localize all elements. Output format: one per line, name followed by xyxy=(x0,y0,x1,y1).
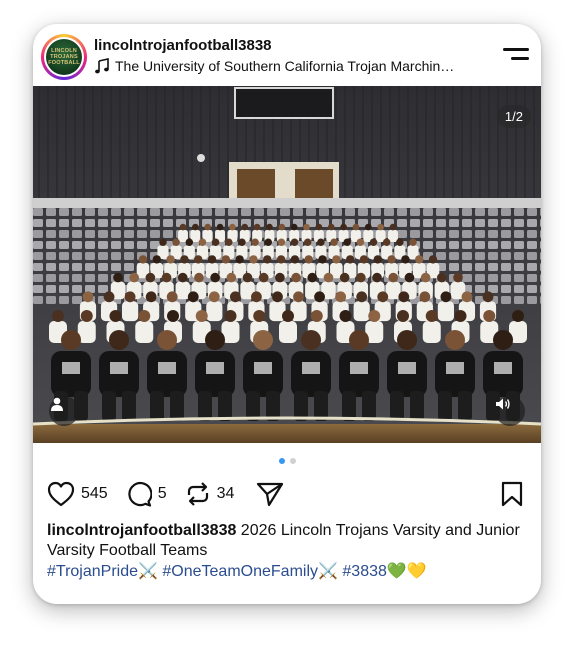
music-row[interactable]: The University of Southern California Tr… xyxy=(94,58,484,74)
repost-icon xyxy=(187,482,208,506)
caption-username[interactable]: lincolntrojanfootball3838 xyxy=(47,522,236,539)
hashtag-emoji: ⚔️ xyxy=(138,563,158,580)
hashtag-link[interactable]: #OneTeamOneFamily xyxy=(162,563,318,580)
hashtag-emoji: 💚💛 xyxy=(386,563,427,580)
send-icon xyxy=(257,482,284,507)
tagged-users-button[interactable] xyxy=(49,396,79,426)
post-caption: lincolntrojanfootball3838 2026 Lincoln T… xyxy=(47,521,525,561)
carousel-dot-active[interactable] xyxy=(278,458,285,464)
action-bar: 545 5 34 xyxy=(47,480,302,508)
team-logo: LINCOLN TROJANS FOOTBALL xyxy=(46,39,82,75)
heart-icon xyxy=(47,481,75,507)
person-icon xyxy=(51,397,63,411)
post-photo[interactable]: 1/2 xyxy=(33,86,541,443)
post-username[interactable]: lincolntrojanfootball3838 xyxy=(94,37,272,54)
sound-toggle-button[interactable] xyxy=(495,396,525,426)
comment-bubble-icon xyxy=(128,481,152,507)
repost-count: 34 xyxy=(216,485,235,502)
bookmark-button[interactable] xyxy=(500,481,524,512)
share-button[interactable] xyxy=(256,481,284,507)
team-photo xyxy=(33,86,541,443)
post-header: LINCOLN TROJANS FOOTBALL lincolntrojanfo… xyxy=(33,24,541,86)
bookmark-icon xyxy=(501,481,523,507)
hashtag-emoji: ⚔️ xyxy=(318,563,338,580)
menu-icon[interactable] xyxy=(503,44,529,64)
speaker-icon xyxy=(496,398,510,410)
hashtag-link[interactable]: #TrojanPride xyxy=(47,563,138,580)
image-counter: 1/2 xyxy=(496,105,531,128)
repost-button[interactable]: 34 xyxy=(185,481,235,507)
avatar[interactable]: LINCOLN TROJANS FOOTBALL xyxy=(41,34,87,80)
hashtag-link[interactable]: #3838 xyxy=(342,563,387,580)
carousel-dot[interactable] xyxy=(289,458,296,464)
like-count: 545 xyxy=(81,485,108,502)
caption-hashtags: #TrojanPride⚔️ #OneTeamOneFamily⚔️ #3838… xyxy=(47,562,427,582)
comment-button[interactable]: 5 xyxy=(126,481,167,507)
music-note-icon xyxy=(95,58,109,74)
comment-count: 5 xyxy=(157,485,167,502)
post-card: LINCOLN TROJANS FOOTBALL lincolntrojanfo… xyxy=(33,24,541,604)
music-track-label: The University of Southern California Tr… xyxy=(115,58,455,74)
carousel-dots xyxy=(33,458,541,464)
like-button[interactable]: 545 xyxy=(47,481,108,507)
